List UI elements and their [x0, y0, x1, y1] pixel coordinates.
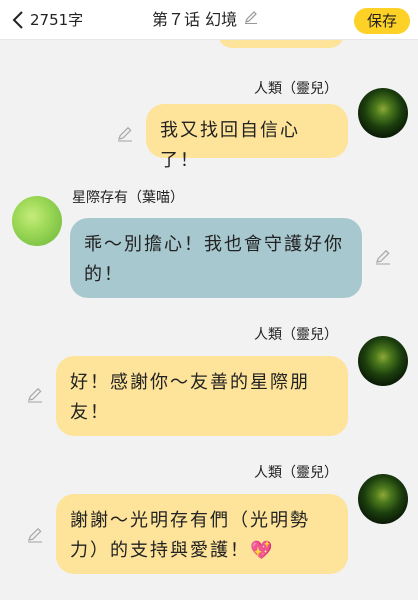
pencil-icon[interactable] [26, 526, 44, 544]
message-text: 我又找回自信心了！ [160, 120, 300, 171]
message-text: 好！感謝你～友善的星際朋友！ [70, 372, 310, 423]
avatar[interactable] [12, 196, 62, 246]
chapter-title: 第７话 幻境 [152, 10, 238, 29]
message-bubble[interactable]: 謝謝～光明存有們（光明勢力）的支持與愛護！💖 [56, 494, 348, 574]
message-bubble[interactable]: 乖～別擔心！我也會守護好你的！ [70, 218, 362, 298]
page-title[interactable]: 第７话 幻境 [152, 9, 259, 31]
sender-name: 人類（靈兒） [254, 465, 338, 481]
top-bar: 2751字 第７话 幻境 保存 [0, 0, 418, 40]
save-button[interactable]: 保存 [354, 8, 410, 34]
sender-name: 星際存有（葉喵） [72, 190, 184, 206]
word-count: 2751字 [30, 11, 84, 29]
pencil-icon[interactable] [374, 248, 392, 266]
edit-title-icon[interactable] [243, 9, 259, 31]
pencil-icon[interactable] [116, 125, 134, 143]
sender-name: 人類（靈兒） [254, 81, 338, 97]
sender-name: 人類（靈兒） [254, 327, 338, 343]
message-text: 謝謝～光明存有們（光明勢力）的支持與愛護！💖 [70, 510, 310, 561]
chevron-left-icon [12, 11, 23, 29]
back-button[interactable] [12, 8, 24, 32]
avatar[interactable] [358, 336, 408, 386]
message-bubble[interactable]: 我又找回自信心了！ [146, 104, 348, 171]
message-text: 乖～別擔心！我也會守護好你的！ [84, 234, 344, 285]
pencil-icon[interactable] [26, 386, 44, 404]
avatar[interactable] [358, 474, 408, 524]
message-bubble[interactable]: 好！感謝你～友善的星際朋友！ [56, 356, 348, 436]
avatar[interactable] [358, 88, 408, 138]
